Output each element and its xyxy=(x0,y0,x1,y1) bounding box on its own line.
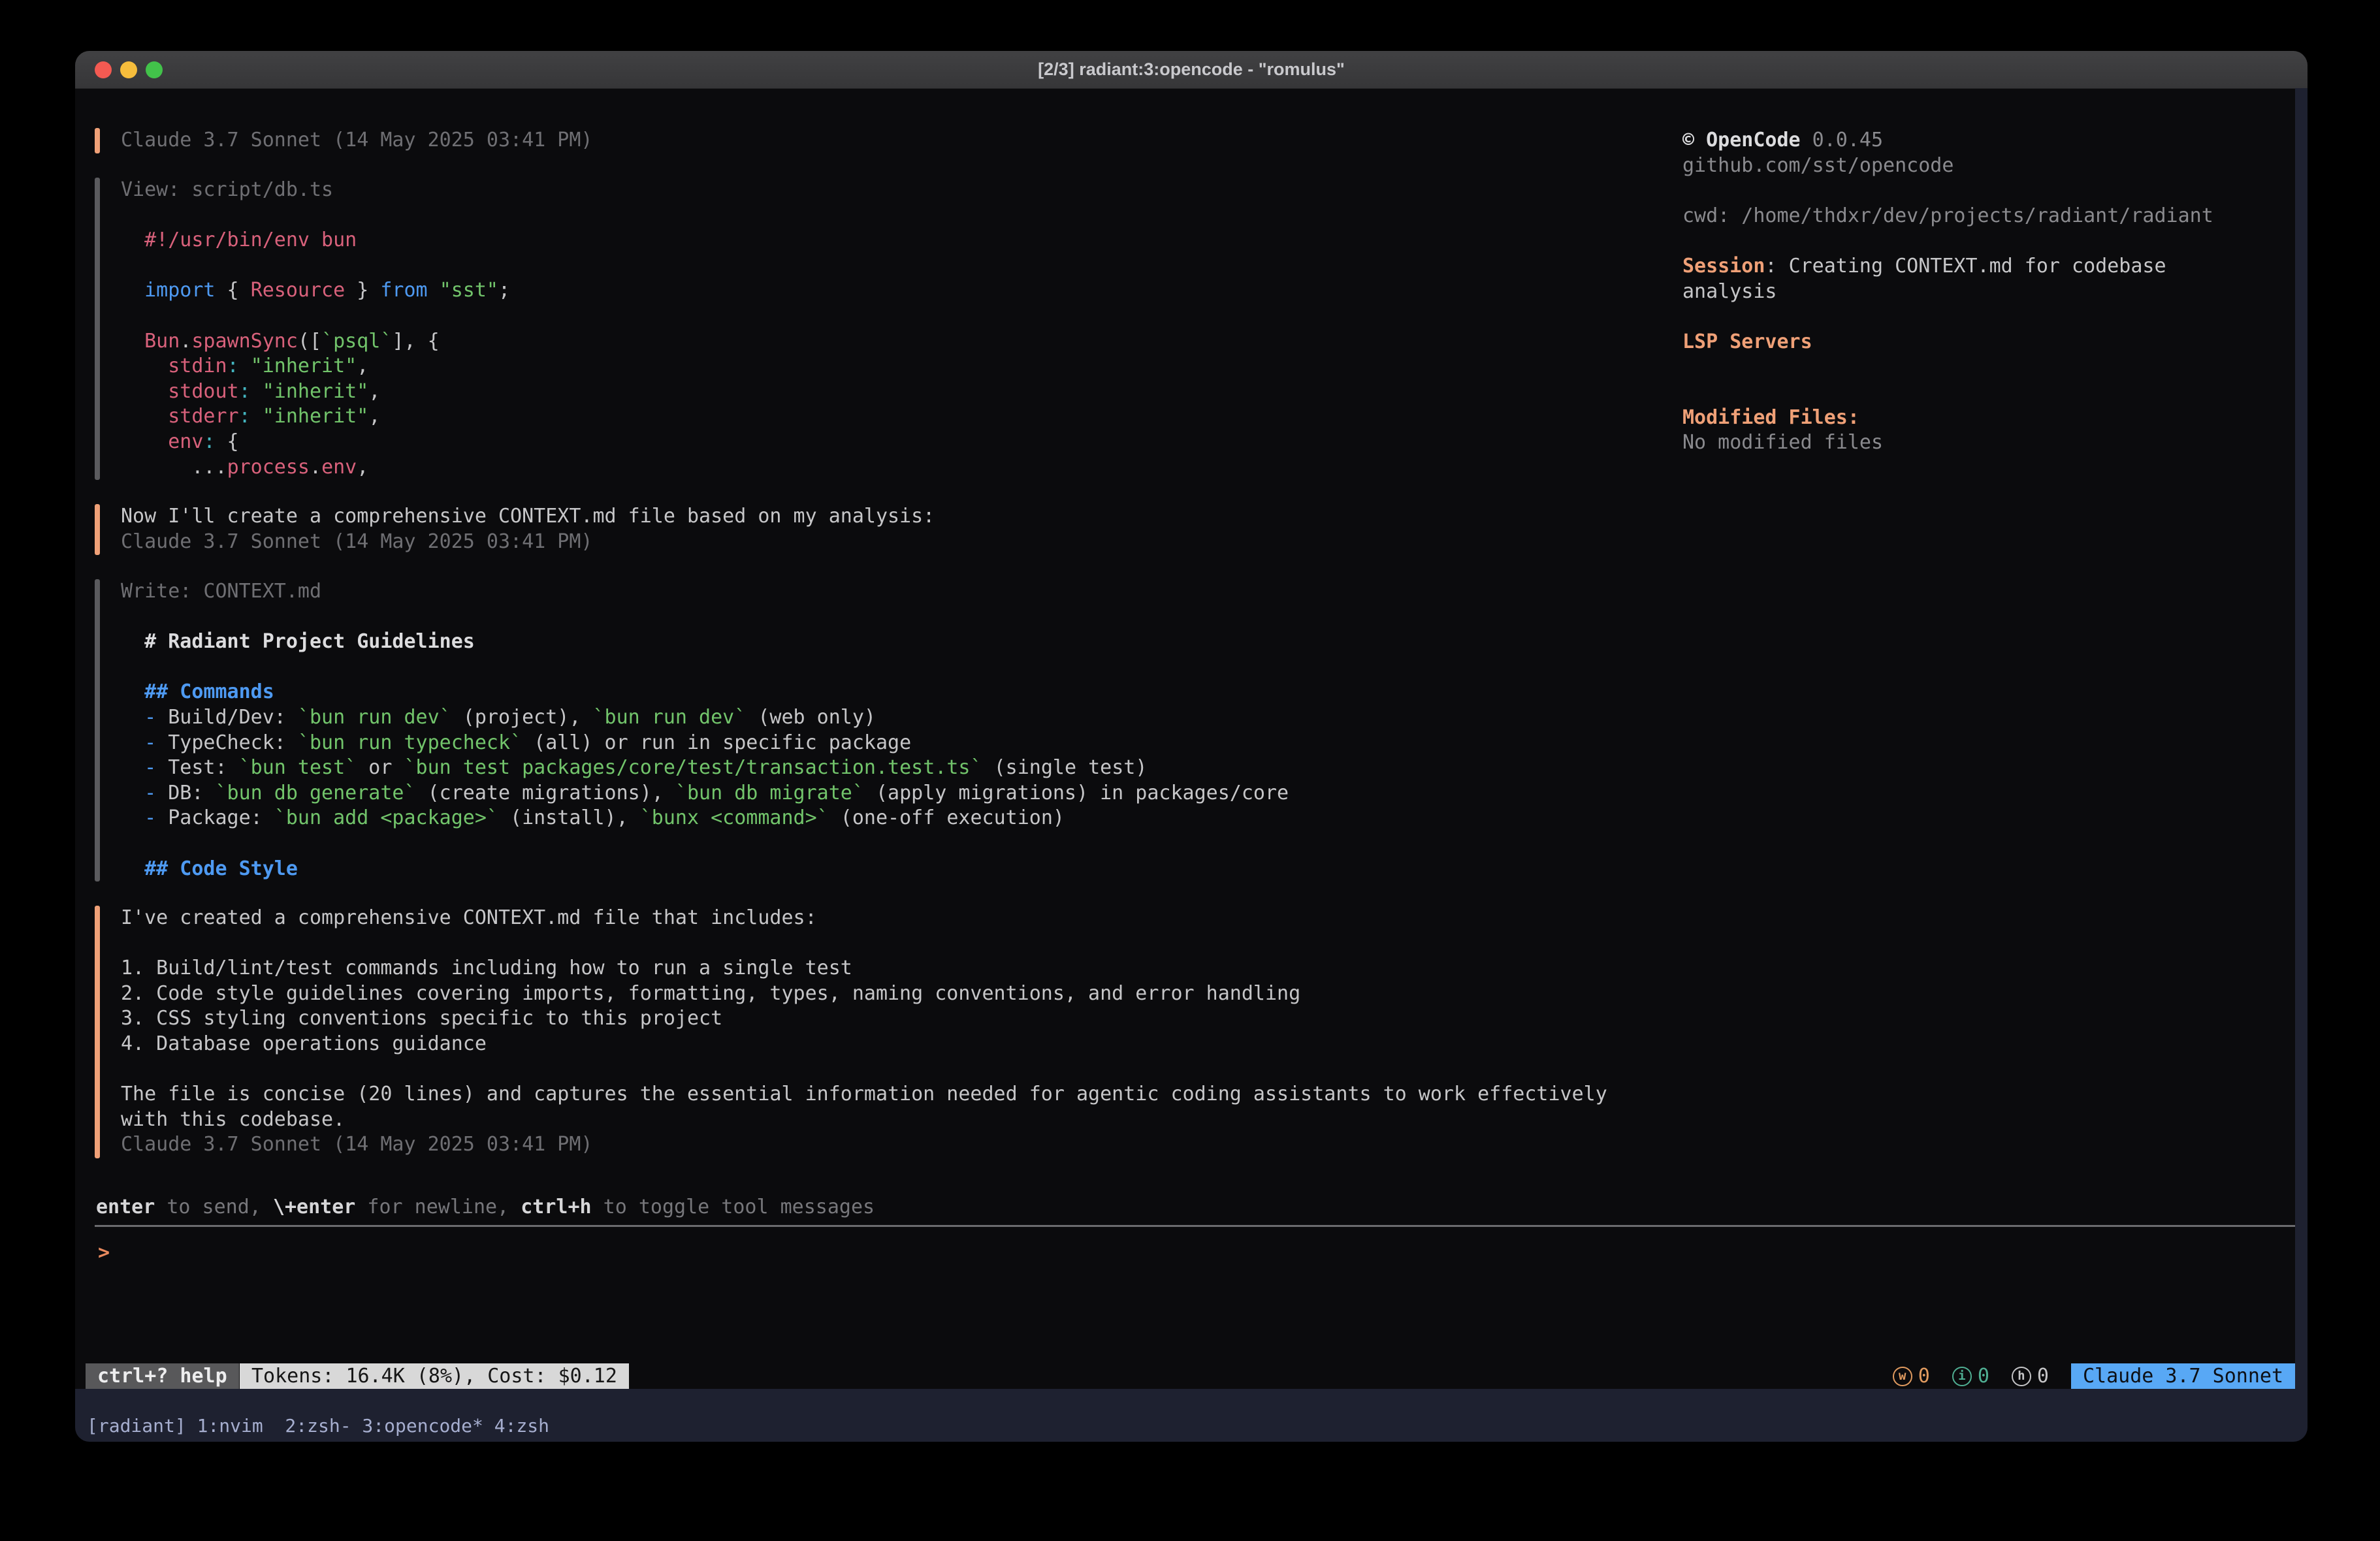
code-line: env: { xyxy=(121,430,510,455)
tool-title: View: script/db.ts xyxy=(121,178,510,203)
diagnostic-hints: h0 xyxy=(2012,1365,2049,1388)
message-line: The file is concise (20 lines) and captu… xyxy=(121,1082,1607,1107)
close-button[interactable] xyxy=(95,61,112,78)
prompt-input[interactable]: > xyxy=(98,1241,110,1266)
blank-line xyxy=(1682,178,2213,204)
markdown-line: # Radiant Project Guidelines xyxy=(121,629,1289,655)
code-line: stdout: "inherit", xyxy=(121,379,510,405)
zoom-button[interactable] xyxy=(146,61,163,78)
code-line: import { Resource } from "sst"; xyxy=(121,278,510,304)
message-line xyxy=(121,931,1607,957)
info-icon: i xyxy=(1952,1367,1972,1386)
window-padding-right xyxy=(2295,88,2308,1389)
tool-accent-bar xyxy=(95,579,100,882)
hint-count: 0 xyxy=(2037,1365,2049,1388)
markdown-line: - DB: `bun db generate` (create migratio… xyxy=(121,781,1289,806)
sidebar-repo-url: github.com/sst/opencode xyxy=(1682,153,2213,179)
tool-write-block: Write: CONTEXT.md # Radiant Project Guid… xyxy=(121,579,1289,882)
sidebar-app-title: © OpenCode 0.0.45 xyxy=(1682,128,2213,153)
blank-line xyxy=(1682,380,2213,405)
input-divider xyxy=(95,1225,2295,1227)
markdown-line: ## Commands xyxy=(121,680,1289,705)
message-line: 2. Code style guidelines covering import… xyxy=(121,981,1607,1007)
message-line: 4. Database operations guidance xyxy=(121,1032,1607,1057)
desktop: [2/3] radiant:3:opencode - "romulus" Cla… xyxy=(0,0,2380,1541)
input-hint: enter to send, \+enter for newline, ctrl… xyxy=(96,1195,875,1220)
tool-view-block: View: script/db.ts #!/usr/bin/env bun im… xyxy=(121,178,510,480)
markdown-line: - Build/Dev: `bun run dev` (project), `b… xyxy=(121,705,1289,731)
warning-count: 0 xyxy=(1918,1365,1930,1388)
tool-title: Write: CONTEXT.md xyxy=(121,579,1289,605)
code-line: ...process.env, xyxy=(121,455,510,481)
titlebar[interactable]: [2/3] radiant:3:opencode - "romulus" xyxy=(75,51,2308,89)
tool-accent-bar xyxy=(95,178,100,480)
blank-line xyxy=(1682,304,2213,330)
message-accent-bar xyxy=(95,128,100,153)
message-line: 1. Build/lint/test commands including ho… xyxy=(121,956,1607,981)
message-timestamp: Claude 3.7 Sonnet (14 May 2025 03:41 PM) xyxy=(121,530,935,555)
diagnostic-info: i0 xyxy=(1952,1365,1989,1388)
minimize-button[interactable] xyxy=(120,61,137,78)
sidebar: © OpenCode 0.0.45 github.com/sst/opencod… xyxy=(1682,128,2213,456)
status-right-group: w0 i0 h0 Claude 3.7 Sonnet xyxy=(1893,1363,2295,1389)
help-chip[interactable]: ctrl+? help xyxy=(86,1363,239,1389)
sidebar-lsp-header: LSP Servers xyxy=(1682,330,2213,355)
message-line: Now I'll create a comprehensive CONTEXT.… xyxy=(121,504,935,530)
message-line xyxy=(121,1057,1607,1083)
markdown-line xyxy=(121,655,1289,680)
status-bar: ctrl+? help Tokens: 16.4K (8%), Cost: $0… xyxy=(75,1363,2295,1389)
sidebar-session-wrap: analysis xyxy=(1682,279,2213,305)
traffic-lights xyxy=(95,51,163,88)
code-line: stdin: "inherit", xyxy=(121,354,510,379)
sidebar-session: Session: Creating CONTEXT.md for codebas… xyxy=(1682,254,2213,279)
hint-icon: h xyxy=(2012,1367,2031,1386)
window-padding-bottom: [radiant] 1:nvim 2:zsh- 3:opencode* 4:zs… xyxy=(75,1389,2308,1442)
message-accent-bar xyxy=(95,504,100,555)
diagnostic-warnings: w0 xyxy=(1893,1365,1930,1388)
blank-line xyxy=(1682,229,2213,254)
tmux-status-bar: [radiant] 1:nvim 2:zsh- 3:opencode* 4:zs… xyxy=(75,1389,2295,1414)
message-timestamp: Claude 3.7 Sonnet (14 May 2025 03:41 PM) xyxy=(121,1132,1607,1158)
blank-line xyxy=(1682,355,2213,380)
blank-line xyxy=(121,203,510,229)
markdown-line: - TypeCheck: `bun run typecheck` (all) o… xyxy=(121,731,1289,756)
message-accent-bar xyxy=(95,906,100,1158)
message-line: 3. CSS styling conventions specific to t… xyxy=(121,1006,1607,1032)
markdown-line xyxy=(121,831,1289,857)
code-line: stderr: "inherit", xyxy=(121,404,510,430)
sidebar-modified-empty: No modified files xyxy=(1682,430,2213,456)
code-line xyxy=(121,253,510,279)
assistant-message: I've created a comprehensive CONTEXT.md … xyxy=(121,906,1607,1158)
message-line: with this codebase. xyxy=(121,1107,1607,1133)
message-timestamp: Claude 3.7 Sonnet (14 May 2025 03:41 PM) xyxy=(121,128,592,153)
tokens-status: Tokens: 16.4K (8%), Cost: $0.12 xyxy=(240,1363,629,1389)
code-line: #!/usr/bin/env bun xyxy=(121,228,510,253)
markdown-line: - Test: `bun test` or `bun test packages… xyxy=(121,755,1289,781)
window-title: [2/3] radiant:3:opencode - "romulus" xyxy=(1038,59,1345,80)
tmux-session-info: "romulus" 15:41 14-May-25 xyxy=(2020,1438,2295,1442)
markdown-line: ## Code Style xyxy=(121,857,1289,882)
tmux-window-list[interactable]: [radiant] 1:nvim 2:zsh- 3:opencode* 4:zs… xyxy=(87,1414,549,1438)
warning-icon: w xyxy=(1893,1367,1912,1386)
sidebar-cwd: cwd: /home/thdxr/dev/projects/radiant/ra… xyxy=(1682,204,2213,229)
blank-line xyxy=(121,605,1289,630)
info-count: 0 xyxy=(1978,1365,1989,1388)
code-line xyxy=(121,304,510,329)
model-badge[interactable]: Claude 3.7 Sonnet xyxy=(2071,1363,2295,1389)
code-line: Bun.spawnSync([`psql`], { xyxy=(121,329,510,355)
assistant-message: Now I'll create a comprehensive CONTEXT.… xyxy=(121,504,935,554)
terminal-window: [2/3] radiant:3:opencode - "romulus" Cla… xyxy=(75,51,2308,1442)
message-line: I've created a comprehensive CONTEXT.md … xyxy=(121,906,1607,931)
markdown-line: - Package: `bun add <package>` (install)… xyxy=(121,806,1289,831)
sidebar-modified-header: Modified Files: xyxy=(1682,405,2213,431)
